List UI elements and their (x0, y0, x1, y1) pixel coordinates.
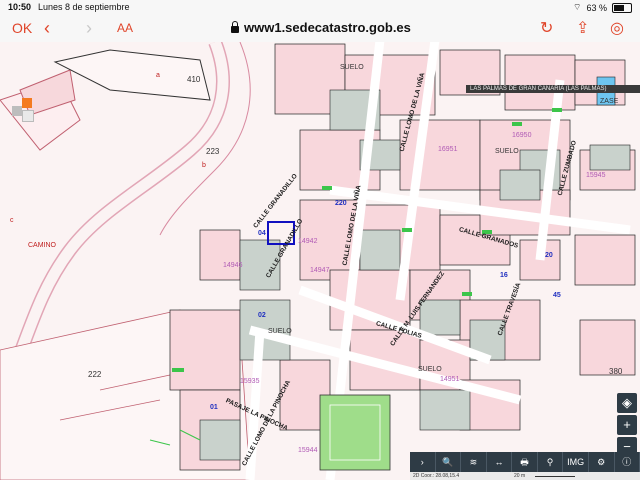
reload-icon[interactable]: ↻ (540, 18, 553, 38)
parcel-ref: 16950 (512, 132, 532, 139)
location-header: LAS PALMAS DE GRAN CANARIA (LAS PALMAS) (466, 85, 640, 93)
house-number: 02 (258, 312, 266, 319)
parcel-use: SUELO (418, 366, 442, 373)
clock: 10:50 (8, 2, 32, 12)
back-button[interactable]: ‹ (44, 18, 50, 39)
house-number: 01 (210, 404, 218, 411)
parcel-ref: 16951 (438, 146, 458, 153)
parcel-label: c (10, 217, 14, 224)
parcel-ref: 15945 (586, 172, 606, 179)
parcel-ref: 15935 (240, 378, 260, 385)
map-toolbar: › 🔍 ≋ ↔ 🖶 ⚲ IMG ⚙ ⓘ (410, 452, 640, 472)
layers-icon[interactable]: ≋ (461, 452, 487, 472)
parcel-label: 223 (206, 147, 220, 156)
parcel-label: CAMINO (28, 242, 56, 249)
scale-value: 20 m (514, 473, 526, 479)
house-number: 45 (553, 292, 561, 299)
date: Lunes 8 de septiembre (38, 2, 130, 12)
browser-toolbar: OK ‹ › AA www1.sedecatastro.gob.es ↻ ⇪ ◎ (0, 14, 640, 43)
house-number: 20 (545, 252, 553, 259)
house-number: 16 (500, 272, 508, 279)
scale-line (535, 476, 575, 477)
status-bar: 10:50 Lunes 8 de septiembre ⌔ 63 % (0, 0, 640, 14)
parcel-label: b (202, 162, 206, 169)
map-canvas (0, 42, 640, 480)
coords-text: 2D Coor.: 28.08,15.4 (413, 473, 460, 479)
print-icon[interactable]: 🖶 (512, 452, 538, 472)
parcel-use: ZASE (600, 98, 619, 105)
url-text: www1.sedecatastro.gob.es (244, 20, 411, 35)
url-bar[interactable]: www1.sedecatastro.gob.es (231, 20, 411, 35)
house-number: 220 (335, 200, 347, 207)
parcel-use: SUELO (340, 64, 364, 71)
share-icon[interactable]: ⇪ (576, 18, 589, 38)
parcel-ref: 14946 (223, 262, 243, 269)
locate-button[interactable]: ◈ (617, 393, 637, 413)
ok-button[interactable]: OK (12, 20, 32, 36)
location-pin-icon[interactable]: ⚲ (538, 452, 564, 472)
wifi-icon: ⌔ (573, 2, 582, 12)
text-size-button[interactable]: AA (117, 21, 133, 35)
measure-icon[interactable]: ↔ (487, 452, 513, 472)
lock-icon (231, 21, 239, 33)
parcel-label: a (156, 72, 160, 79)
info-icon[interactable]: ⓘ (615, 452, 640, 472)
compass-icon[interactable]: ◎ (610, 18, 624, 38)
image-button[interactable]: IMG (563, 452, 589, 472)
parcel-use: SUELO (268, 328, 292, 335)
battery-icon (612, 2, 632, 13)
status-right: ⌔ 63 % (573, 2, 632, 13)
parcel-ref: 14947 (310, 267, 330, 274)
parcel-label: 380 (609, 367, 623, 376)
search-icon[interactable]: 🔍 (436, 452, 462, 472)
settings-icon[interactable]: ⚙ (589, 452, 615, 472)
house-number: 04 (258, 230, 266, 237)
parcel-use: SUELO (495, 148, 519, 155)
expand-icon[interactable]: › (410, 452, 436, 472)
parcel-label: 410 (187, 75, 201, 84)
forward-button[interactable]: › (86, 18, 92, 39)
zoom-in-button[interactable]: + (617, 415, 637, 435)
cadastral-map[interactable]: LAS PALMAS DE GRAN CANARIA (LAS PALMAS) … (0, 42, 640, 480)
catastro-logo (12, 98, 38, 122)
parcel-ref: 15944 (298, 447, 318, 454)
scale-bar: 2D Coor.: 28.08,15.4 20 m (410, 472, 640, 480)
parcel-ref: 14942 (298, 238, 318, 245)
parcel-label: 222 (88, 370, 102, 379)
parcel-ref: 14951 (440, 376, 460, 383)
battery-text: 63 % (586, 2, 607, 13)
